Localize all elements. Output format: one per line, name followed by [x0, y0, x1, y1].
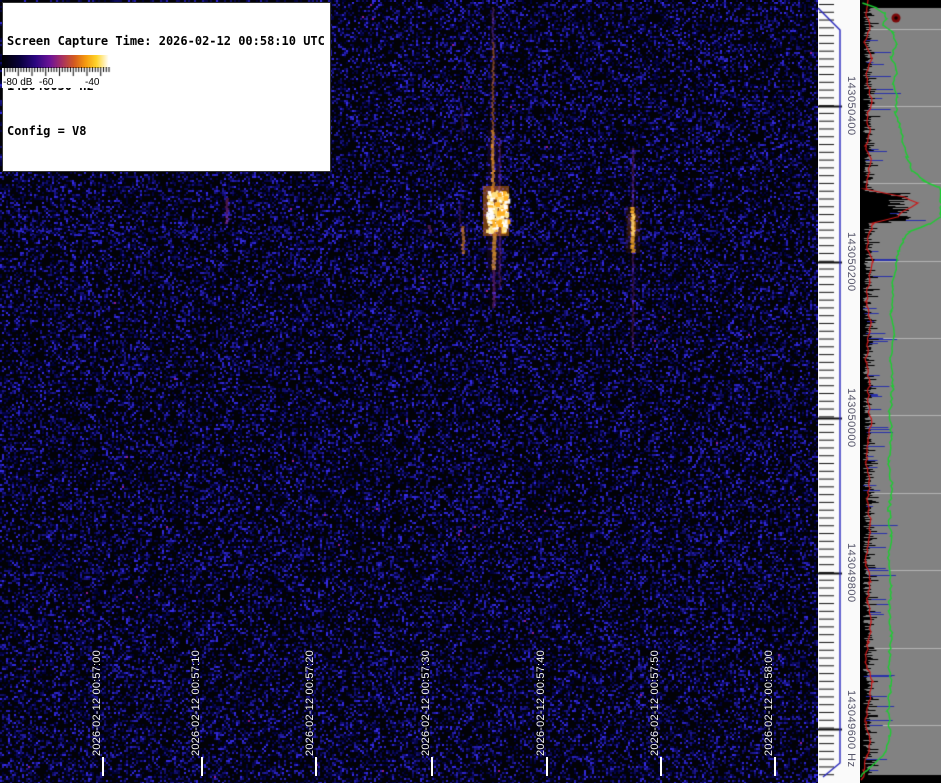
time-tick [431, 757, 433, 776]
color-scale-ticks [2, 67, 112, 77]
db-label-min: -80 dB [3, 77, 32, 88]
time-tick [774, 757, 776, 776]
time-tick [546, 757, 548, 776]
db-label-mid: -60 [39, 77, 53, 88]
capture-time-line: Screen Capture Time: 2026-02-12 00:58:10… [7, 34, 325, 49]
config-line: Config = V8 [7, 124, 325, 139]
frequency-label: 143049600 Hz [844, 690, 857, 768]
spectrum-lab-capture-window: 143050400 143050200 143050000 143049800 1430… [0, 0, 941, 783]
time-tick [102, 757, 104, 776]
time-tick [201, 757, 203, 776]
frequency-label: 143050000 [844, 388, 857, 448]
time-label: 2026-02-12 00:58:00 [763, 650, 775, 756]
time-label: 2026-02-12 00:57:20 [304, 650, 316, 756]
time-label: 2026-02-12 00:57:30 [420, 650, 432, 756]
color-scale-legend: -80 dB -60 -40 [2, 55, 112, 88]
time-label: 2026-02-12 00:57:50 [649, 650, 661, 756]
db-label-max: -40 [85, 77, 99, 88]
frequency-label: 143050200 [844, 232, 857, 292]
time-tick [660, 757, 662, 776]
frequency-label: 143050400 [844, 76, 857, 136]
spectrum-graph-panel [860, 0, 941, 783]
time-label: 2026-02-12 00:57:00 [91, 650, 103, 756]
color-scale-labels: -80 dB -60 -40 [2, 77, 112, 88]
time-tick [315, 757, 317, 776]
frequency-label: 143049800 [844, 543, 857, 603]
time-label: 2026-02-12 00:57:40 [535, 650, 547, 756]
time-label: 2026-02-12 00:57:10 [190, 650, 202, 756]
